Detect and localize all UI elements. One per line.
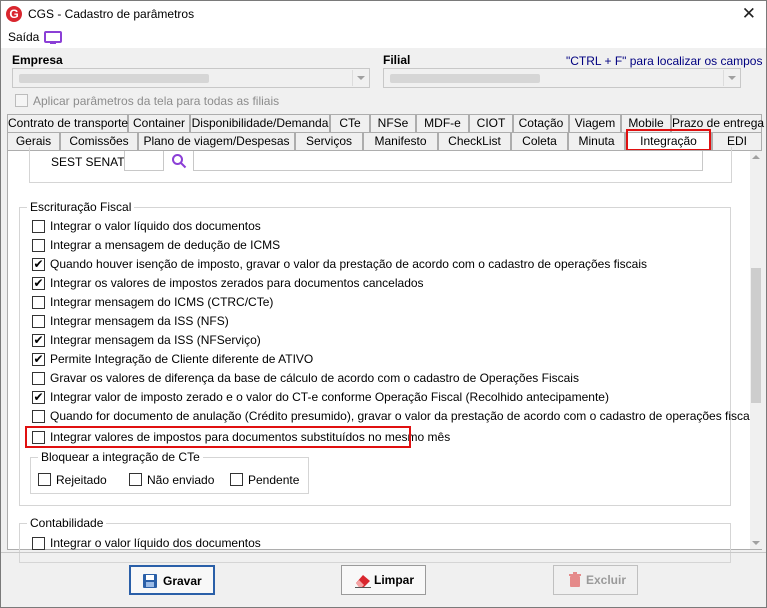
empresa-label: Empresa: [12, 53, 63, 67]
scroll-up-icon[interactable]: [752, 155, 760, 159]
chk-contab-0[interactable]: [32, 537, 45, 550]
main-window: G CGS - Cadastro de parâmetros ✕ Saída E…: [0, 0, 767, 608]
limpar-label: Limpar: [374, 573, 415, 587]
lbl-escr-11: Integrar valores de impostos para docume…: [50, 430, 451, 444]
chk-escr-8[interactable]: [32, 372, 45, 385]
chk-pendente[interactable]: [230, 473, 243, 486]
sest-desc-input[interactable]: [193, 151, 703, 171]
scroll-down-icon[interactable]: [752, 541, 760, 545]
filial-label: Filial: [383, 53, 411, 67]
gravar-label: Gravar: [163, 574, 202, 588]
menu-bar: Saída: [1, 28, 766, 48]
chk-escr-10[interactable]: [32, 410, 45, 423]
chk-nao-enviado[interactable]: [129, 473, 142, 486]
escrituracao-title: Escrituração Fiscal: [27, 200, 135, 214]
chevron-down-icon[interactable]: [352, 70, 368, 86]
chk-escr-6[interactable]: ✔: [32, 334, 45, 347]
trash-icon: [569, 572, 581, 587]
bloquear-title: Bloquear a integração de CTe: [38, 450, 203, 464]
footer-divider: [1, 552, 766, 553]
tab-mdfe[interactable]: MDF-e: [416, 114, 469, 132]
sest-code-input[interactable]: [124, 151, 164, 171]
title-bar: G CGS - Cadastro de parâmetros ✕: [1, 1, 766, 28]
menu-saida[interactable]: Saída: [8, 30, 39, 44]
tab-container[interactable]: Container: [128, 114, 190, 132]
tab-ciot[interactable]: CIOT: [469, 114, 513, 132]
lbl-escr-1: Integrar a mensagem de dedução de ICMS: [50, 238, 281, 252]
apply-all-label: Aplicar parâmetros da tela para todas as…: [33, 94, 280, 108]
lbl-nao-enviado: Não enviado: [147, 473, 215, 487]
contabilidade-title: Contabilidade: [27, 516, 107, 530]
excluir-label: Excluir: [586, 573, 627, 587]
chk-escr-0[interactable]: [32, 220, 45, 233]
chk-escr-3[interactable]: ✔: [32, 277, 45, 290]
lbl-escr-2: Quando houver isenção de imposto, gravar…: [50, 257, 648, 271]
lbl-escr-10: Quando for documento de anulação (Crédit…: [50, 409, 759, 423]
tab-cotacao[interactable]: Cotação: [513, 114, 569, 132]
chk-escr-11[interactable]: [32, 431, 45, 444]
tab-disponibilidade[interactable]: Disponibilidade/Demanda: [190, 114, 330, 132]
window-title: CGS - Cadastro de parâmetros: [28, 7, 195, 21]
lbl-escr-9: Integrar valor de imposto zerado e o val…: [50, 390, 609, 404]
app-logo-icon: G: [6, 6, 22, 22]
tab-viagem[interactable]: Viagem: [569, 114, 621, 132]
vertical-scrollbar[interactable]: [750, 151, 762, 549]
excluir-button[interactable]: Excluir: [553, 565, 638, 595]
tab-nfse[interactable]: NFSe: [370, 114, 416, 132]
tab-mobile[interactable]: Mobile: [621, 114, 671, 132]
lbl-escr-5: Integrar mensagem da ISS (NFS): [50, 314, 229, 328]
filial-combo[interactable]: [383, 68, 741, 88]
lbl-rejeitado: Rejeitado: [56, 473, 107, 487]
apply-all-checkbox[interactable]: [15, 94, 28, 107]
chk-escr-5[interactable]: [32, 315, 45, 328]
lbl-escr-3: Integrar os valores de impostos zerados …: [50, 276, 424, 290]
tab-prazo-entrega[interactable]: Prazo de entrega: [671, 114, 764, 132]
tab-cte[interactable]: CTe: [330, 114, 370, 132]
lbl-contab-0: Integrar o valor líquido dos documentos: [50, 536, 261, 550]
gravar-button[interactable]: Gravar: [129, 565, 215, 595]
chk-escr-4[interactable]: [32, 296, 45, 309]
sest-senat-label: SEST SENAT: [51, 155, 125, 169]
tab-contrato-transporte[interactable]: Contrato de transporte: [7, 114, 128, 132]
chk-escr-2[interactable]: ✔: [32, 258, 45, 271]
ctrl-f-hint: "CTRL + F" para localizar os campos: [566, 54, 763, 68]
limpar-button[interactable]: Limpar: [341, 565, 426, 595]
scroll-thumb[interactable]: [751, 268, 761, 403]
chk-escr-7[interactable]: ✔: [32, 353, 45, 366]
chk-rejeitado[interactable]: [38, 473, 51, 486]
lbl-escr-4: Integrar mensagem do ICMS (CTRC/CTe): [50, 295, 274, 309]
monitor-icon[interactable]: [44, 31, 62, 45]
chevron-down-icon[interactable]: [723, 70, 739, 86]
lbl-escr-8: Gravar os valores de diferença da base d…: [50, 371, 579, 385]
close-icon[interactable]: ✕: [742, 4, 756, 24]
lbl-escr-7: Permite Integração de Cliente diferente …: [50, 352, 314, 366]
integracao-panel: SEST SENAT Escrituração Fiscal Integrar …: [7, 147, 762, 563]
lbl-escr-0: Integrar o valor líquido dos documentos: [50, 219, 261, 233]
lbl-pendente: Pendente: [248, 473, 300, 487]
chk-escr-1[interactable]: [32, 239, 45, 252]
lbl-escr-6: Integrar mensagem da ISS (NFServiço): [50, 333, 261, 347]
save-icon: [143, 574, 157, 588]
empresa-combo[interactable]: [12, 68, 370, 88]
eraser-icon: [355, 575, 371, 588]
chk-escr-9[interactable]: ✔: [32, 391, 45, 404]
search-icon[interactable]: [171, 153, 187, 169]
